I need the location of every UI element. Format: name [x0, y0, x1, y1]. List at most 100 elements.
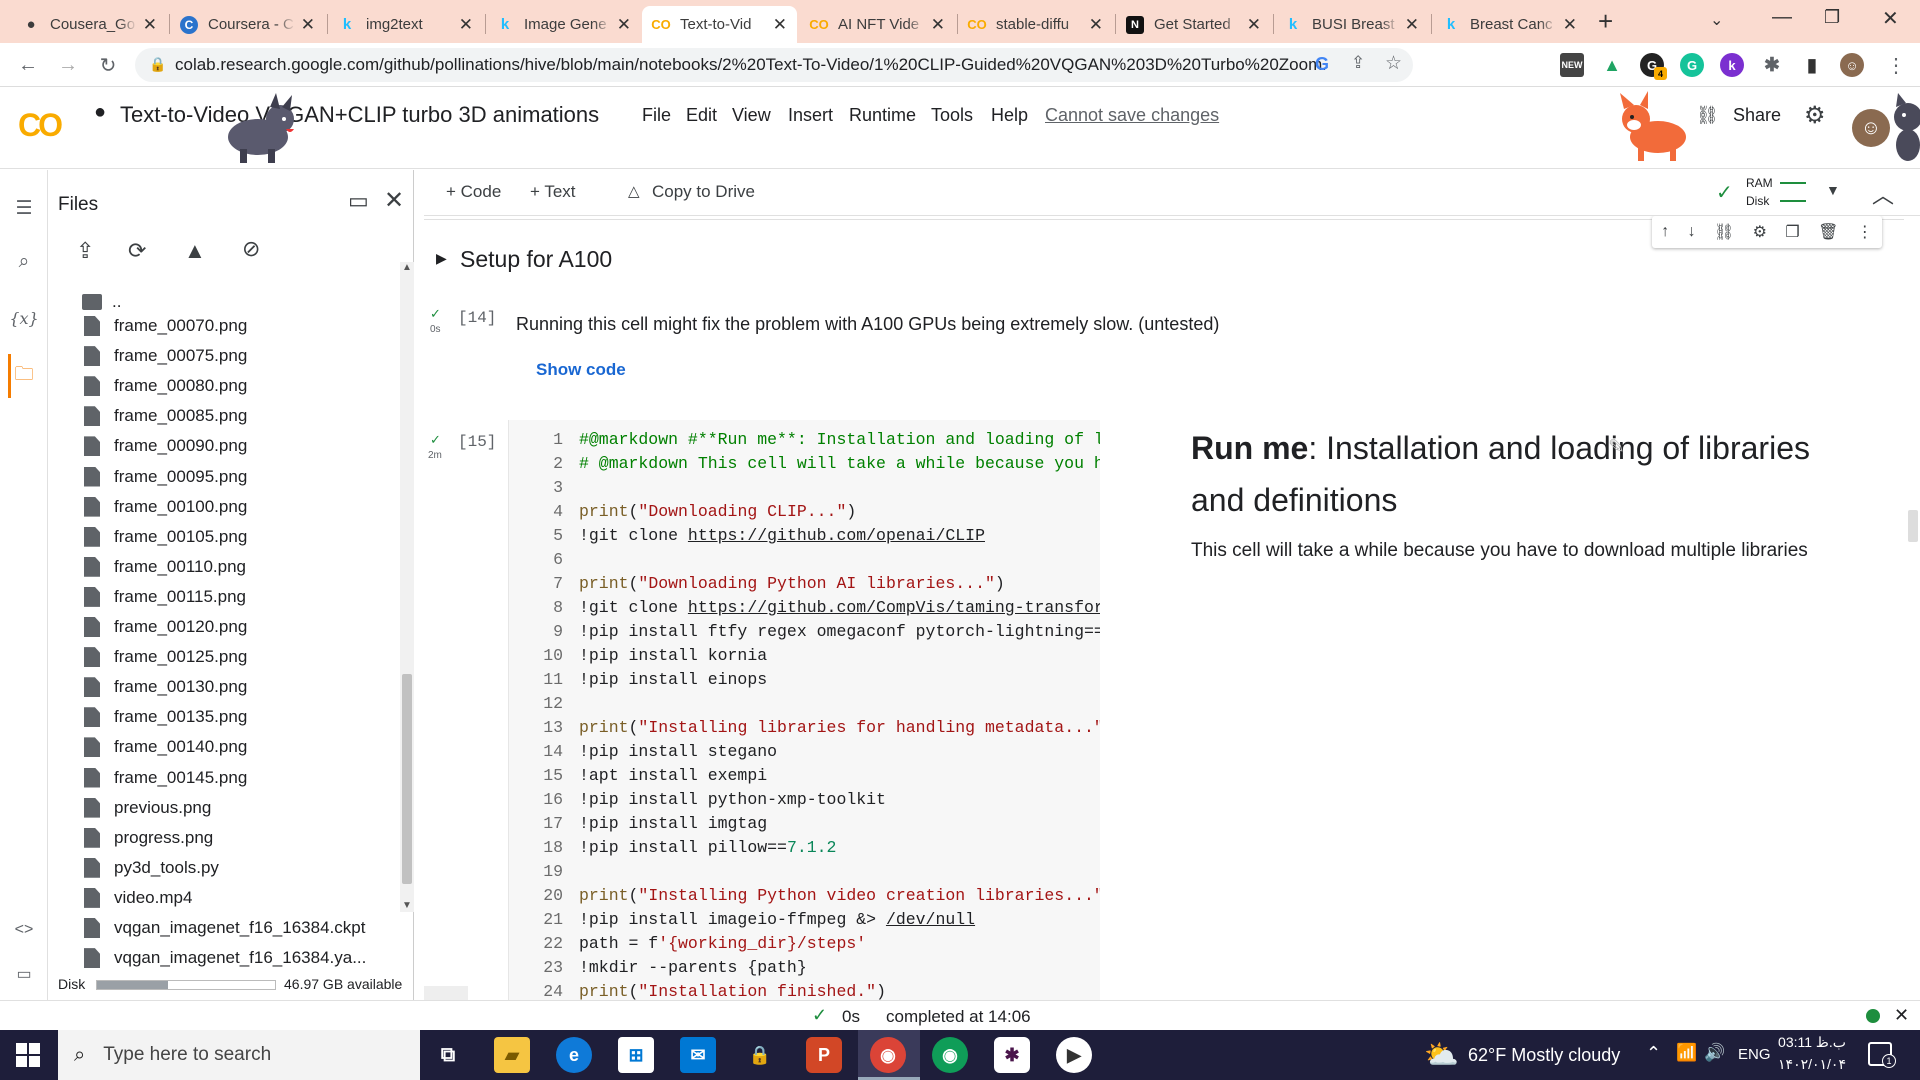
file-item[interactable]: frame_00120.png	[84, 615, 247, 639]
browser-tab[interactable]: N Get Started ✕	[1116, 6, 1271, 43]
file-item[interactable]: frame_00130.png	[84, 675, 247, 699]
close-icon[interactable]: ✕	[1247, 15, 1261, 35]
file-item[interactable]: frame_00090.png	[84, 434, 247, 458]
browser-tab[interactable]: CO AI NFT Vide ✕	[800, 6, 955, 43]
weather-text[interactable]: 62°F Mostly cloudy	[1468, 1045, 1620, 1066]
open-in-tab-icon[interactable]: ▭	[348, 188, 369, 214]
menu-file[interactable]: File	[642, 105, 671, 126]
cell-settings-icon[interactable]: ⚙	[1753, 222, 1767, 242]
wifi-icon[interactable]: 📶	[1676, 1043, 1697, 1063]
menu-insert[interactable]: Insert	[788, 105, 833, 126]
chrome-profile-icon[interactable]: ◉	[932, 1037, 968, 1073]
file-item[interactable]: vqgan_imagenet_f16_16384.ya...	[84, 946, 366, 970]
parent-folder[interactable]: ..	[82, 290, 121, 314]
browser-tab[interactable]: k Image Gene ✕	[486, 6, 641, 43]
forward-icon[interactable]: →	[54, 51, 82, 79]
files-scrollbar[interactable]: ▲ ▼	[400, 262, 414, 912]
menu-view[interactable]: View	[732, 105, 771, 126]
browser-tab[interactable]: k BUSI Breast ✕	[1274, 6, 1429, 43]
run-ok-icon[interactable]: ✓	[430, 432, 441, 448]
scrollbar-thumb[interactable]	[402, 674, 412, 884]
file-item[interactable]: frame_00080.png	[84, 374, 247, 398]
mail-icon[interactable]: ✉	[680, 1037, 716, 1073]
reload-icon[interactable]: ↻	[94, 51, 122, 79]
menu-tools[interactable]: Tools	[931, 105, 973, 126]
side-panel-icon[interactable]: ▮	[1800, 53, 1824, 77]
clock-time[interactable]: 03:11 ب.ظ	[1776, 1034, 1848, 1051]
maximize-button[interactable]: ❐	[1824, 7, 1840, 28]
back-icon[interactable]: ←	[14, 51, 42, 79]
file-item[interactable]: frame_00105.png	[84, 525, 247, 549]
chrome-icon[interactable]: ◉	[870, 1037, 906, 1073]
more-options-icon[interactable]: ⋮	[1857, 222, 1873, 242]
move-down-icon[interactable]: ↓	[1688, 223, 1696, 241]
powerpoint-icon[interactable]: P	[806, 1037, 842, 1073]
add-text-button[interactable]: + Text	[530, 182, 576, 202]
window-close-button[interactable]: ✕	[1882, 6, 1899, 31]
file-item[interactable]: frame_00145.png	[84, 766, 247, 790]
share-page-icon[interactable]: ⇪	[1351, 53, 1365, 73]
drive-icon[interactable]: ▲	[1600, 53, 1624, 77]
search-icon[interactable]: ⌕	[10, 248, 38, 276]
code-snippets-icon[interactable]: <>	[10, 916, 38, 944]
file-item[interactable]: frame_00100.png	[84, 495, 247, 519]
link-icon[interactable]: ⛓	[1714, 222, 1734, 242]
edge-icon[interactable]: e	[556, 1037, 592, 1073]
refresh-folder-icon[interactable]: ⟳	[128, 238, 146, 264]
file-item[interactable]: frame_00110.png	[84, 555, 246, 579]
share-button[interactable]: Share	[1733, 105, 1781, 126]
variables-icon[interactable]: {x}	[9, 304, 38, 332]
file-explorer-icon[interactable]: ▰	[494, 1037, 530, 1073]
colab-logo[interactable]: CO	[18, 107, 63, 144]
file-item[interactable]: previous.png	[84, 796, 211, 820]
puzzle-icon[interactable]: ✱	[1760, 53, 1784, 77]
mount-drive-icon[interactable]: ▲	[184, 238, 206, 264]
slack-icon[interactable]: ✱	[994, 1037, 1030, 1073]
file-item[interactable]: frame_00070.png	[84, 314, 247, 338]
grammarly-icon[interactable]: G	[1680, 53, 1704, 77]
expand-arrow-icon[interactable]: ▶	[436, 250, 447, 267]
file-item[interactable]: frame_00085.png	[84, 404, 247, 428]
new-extension-icon[interactable]: NEW	[1560, 53, 1584, 77]
new-tab-button[interactable]: +	[1598, 6, 1613, 37]
file-item[interactable]: video.mp4	[84, 886, 192, 910]
delete-cell-icon[interactable]: 🗑	[1818, 222, 1838, 242]
hide-files-icon[interactable]: ⊘	[242, 236, 260, 262]
run-ok-icon[interactable]: ✓	[430, 306, 441, 322]
lock-app-icon[interactable]: 🔒	[742, 1037, 778, 1073]
media-player-icon[interactable]: ▶	[1056, 1037, 1092, 1073]
volume-icon[interactable]: 🔊	[1704, 1043, 1725, 1063]
close-icon[interactable]: ✕	[301, 15, 315, 35]
table-of-contents-icon[interactable]: ☰	[10, 194, 38, 222]
task-view-icon[interactable]: ⧉	[430, 1037, 466, 1073]
upload-file-icon[interactable]: ⇪	[76, 238, 94, 264]
windows-start-icon[interactable]	[16, 1043, 40, 1067]
file-item[interactable]: frame_00140.png	[84, 735, 247, 759]
close-icon[interactable]: ✕	[931, 15, 945, 35]
edit-pencil-icon[interactable]: ✎	[1608, 434, 1625, 459]
move-up-icon[interactable]: ↑	[1661, 223, 1669, 241]
tray-chevron-icon[interactable]: ⌃	[1646, 1043, 1661, 1064]
file-item[interactable]: frame_00115.png	[84, 585, 246, 609]
link-icon[interactable]: ⛓	[1696, 105, 1719, 126]
menu-edit[interactable]: Edit	[686, 105, 717, 126]
extension-icon[interactable]: G 4	[1640, 53, 1667, 80]
browser-tab[interactable]: CO stable-diffu ✕	[958, 6, 1113, 43]
language-indicator[interactable]: ENG	[1738, 1046, 1771, 1063]
taskbar-search-box[interactable]: ⌕ Type here to search	[58, 1030, 420, 1080]
url-bar[interactable]: 🔒 colab.research.google.com/github/polli…	[135, 48, 1413, 82]
tab-search-icon[interactable]: ⌄	[1710, 10, 1723, 30]
file-item[interactable]: progress.png	[84, 826, 213, 850]
notebook-title[interactable]: Text-to-Video VQGAN+CLIP turbo 3D animat…	[120, 102, 599, 128]
clock-date[interactable]: ۱۴۰۲/۰۱/۰۴	[1776, 1056, 1848, 1073]
browser-tab[interactable]: C Coursera - C ✕	[170, 6, 325, 43]
terminal-icon[interactable]: ▭	[10, 960, 38, 988]
browser-tab[interactable]: k Breast Canc ✕	[1432, 6, 1587, 43]
close-panel-icon[interactable]: ✕	[384, 186, 404, 215]
user-avatar[interactable]: ☺	[1852, 109, 1890, 147]
close-icon[interactable]: ✕	[617, 15, 631, 35]
collapse-header-icon[interactable]: ︿	[1872, 178, 1894, 210]
close-icon[interactable]: ✕	[773, 15, 787, 35]
browser-tab-active[interactable]: CO Text-to-Vid ✕	[642, 6, 797, 43]
code-editor[interactable]: 1 #@markdown #**Run me**: Installation an…	[508, 420, 1100, 1000]
